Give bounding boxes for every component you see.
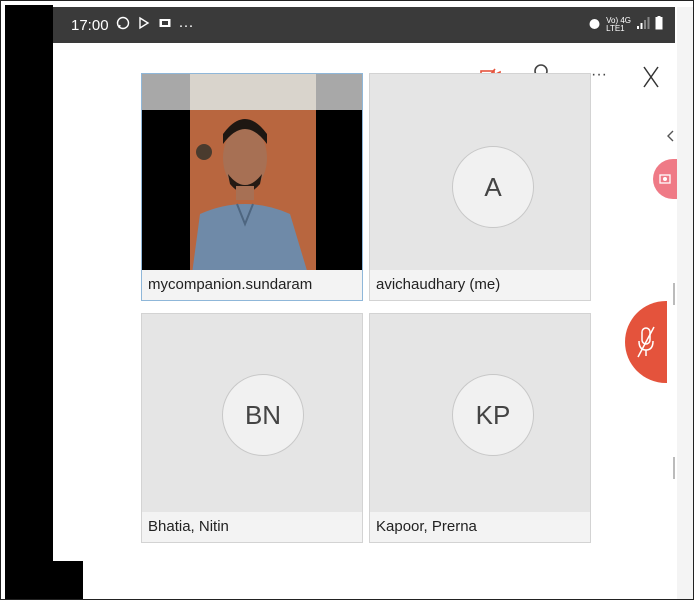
participant-video — [142, 74, 362, 274]
participant-avatar: BN — [222, 374, 304, 456]
participant-avatar: KP — [452, 374, 534, 456]
status-bar: 17:00 ··· Vo) 4G LTE1 — [53, 7, 675, 43]
left-black-border — [5, 5, 53, 599]
call-screen: ··· mycompanion.sundaram A avichaudhary … — [53, 43, 677, 599]
status-more: ··· — [178, 16, 194, 34]
video-toggle-fab[interactable] — [653, 159, 677, 199]
avatar-initials: A — [484, 171, 502, 202]
participant-tile[interactable]: A avichaudhary (me) — [369, 73, 591, 301]
signal-icon — [636, 16, 650, 33]
participant-name: Bhatia, Nitin — [142, 512, 362, 542]
mute-button[interactable] — [625, 301, 667, 383]
participant-tile[interactable]: KP Kapoor, Prerna — [369, 313, 591, 543]
close-button[interactable] — [639, 63, 663, 91]
participant-avatar: A — [452, 146, 534, 228]
participant-name: avichaudhary (me) — [370, 270, 590, 300]
close-icon — [643, 66, 659, 88]
message-icon — [158, 16, 172, 34]
network-label: Vo) 4G LTE1 — [606, 15, 631, 33]
battery-icon — [655, 16, 663, 33]
camera-icon — [659, 174, 671, 184]
screenshot-frame: 17:00 ··· Vo) 4G LTE1 ··· mycompanion.su… — [0, 0, 694, 600]
mic-off-icon — [637, 326, 655, 358]
side-panel-strip — [677, 7, 693, 599]
avatar-initials: KP — [475, 399, 511, 430]
side-chevron-icon — [667, 130, 674, 142]
status-time: 17:00 — [71, 16, 109, 34]
whatsapp-icon — [116, 16, 130, 34]
avatar-initials: BN — [244, 399, 282, 430]
app-notification-icon — [137, 16, 151, 34]
participant-name: mycompanion.sundaram — [142, 270, 362, 300]
side-divider — [673, 457, 675, 479]
participant-tile[interactable]: BN Bhatia, Nitin — [141, 313, 363, 543]
participant-tile-video[interactable]: mycompanion.sundaram — [141, 73, 363, 301]
status-left: 17:00 ··· — [71, 16, 194, 34]
bottom-left-black — [53, 561, 83, 599]
participant-name: Kapoor, Prerna — [370, 512, 590, 542]
more-label: ··· — [591, 66, 607, 83]
side-divider — [673, 283, 675, 305]
status-right: Vo) 4G LTE1 — [588, 16, 663, 33]
alarm-icon — [588, 17, 601, 33]
video-frame-image — [142, 74, 362, 274]
